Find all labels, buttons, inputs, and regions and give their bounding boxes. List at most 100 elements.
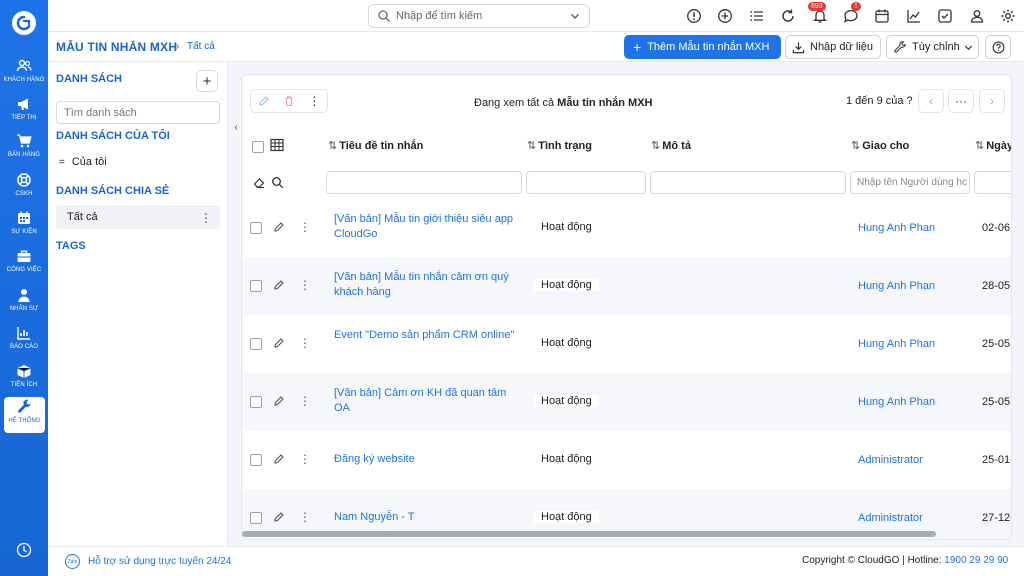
horizontal-scrollbar[interactable]: [242, 531, 936, 537]
rail-item-events[interactable]: SỰ KIỆN: [0, 208, 48, 244]
row-menu-icon[interactable]: ⋮: [299, 336, 311, 350]
filter-assigned-input[interactable]: Nhập tên Người dùng hc: [850, 171, 970, 194]
rail-item-cskh[interactable]: CSKH: [0, 170, 48, 206]
alert-icon[interactable]: [686, 8, 702, 24]
rail-item-sales[interactable]: BÁN HÀNG: [0, 131, 48, 167]
edit-pencil-icon[interactable]: [273, 395, 285, 407]
bulk-edit-button[interactable]: [251, 90, 276, 112]
row-assigned-link[interactable]: Administrator: [858, 454, 923, 466]
row-checkbox[interactable]: [250, 280, 262, 292]
bulk-more-button[interactable]: ⋮: [302, 90, 327, 112]
user-account-icon[interactable]: [969, 8, 985, 24]
row-title-link[interactable]: Nam Nguyễn - T: [334, 510, 516, 525]
filter-description-input[interactable]: [650, 171, 846, 194]
customize-dropdown[interactable]: Tùy chỉnh: [886, 35, 979, 59]
copyright: Copyright © CloudGO | Hotline: 1900 29 2…: [802, 555, 1008, 566]
chat-icon[interactable]: 1: [843, 2, 861, 24]
pagination-info[interactable]: 1 đến 9 của ?: [846, 95, 913, 107]
kebab-menu-icon[interactable]: ⋮: [200, 211, 212, 225]
select-all-checkbox[interactable]: [252, 141, 264, 153]
row-assigned-link[interactable]: Hung Anh Phan: [858, 396, 935, 408]
app-logo[interactable]: [12, 11, 36, 35]
rail-item-reports[interactable]: BÁO CÁO: [0, 323, 48, 359]
row-checkbox[interactable]: [250, 396, 262, 408]
help-button[interactable]: [985, 35, 1011, 59]
bell-icon[interactable]: 693: [808, 2, 828, 24]
rail-item-utilities[interactable]: TIỆN ÍCH: [0, 361, 48, 397]
refresh-icon[interactable]: [780, 8, 796, 24]
table-row[interactable]: ⋮ Đăng ký website Hoạt động Administrato…: [242, 431, 1011, 489]
row-assigned-link[interactable]: Administrator: [858, 512, 923, 524]
global-search[interactable]: Nhập để tìm kiếm: [368, 4, 590, 28]
table-row[interactable]: ⋮ [Văn bản] Mẫu tin giới thiệu siêu app …: [242, 199, 1011, 257]
table-columns-icon[interactable]: [270, 138, 284, 152]
next-page-button[interactable]: ›: [979, 89, 1005, 113]
col-header-status[interactable]: ⇅ Tình trạng: [527, 139, 592, 152]
edit-pencil-icon[interactable]: [273, 279, 285, 291]
filter-status-input[interactable]: [526, 171, 646, 194]
view-info: Đang xem tất cả Mẫu tin nhắn MXH: [474, 97, 652, 109]
zalo-logo-text: Zalo: [67, 558, 78, 565]
list-search-input[interactable]: Tìm danh sách: [56, 101, 220, 124]
search-filter-icon[interactable]: [271, 176, 284, 189]
add-list-button[interactable]: +: [196, 70, 218, 92]
rail-item-system[interactable]: HỆ THỐNG: [4, 397, 45, 433]
import-button[interactable]: Nhập dữ liệu: [785, 35, 881, 59]
table-row[interactable]: ⋮ Event "Demo sản phẩm CRM online" Hoạt …: [242, 315, 1011, 373]
list-item-mine[interactable]: = Của tôi: [56, 150, 220, 174]
shared-lists-heading: DANH SÁCH CHIA SẺ: [56, 185, 170, 197]
row-assigned-link[interactable]: Hung Anh Phan: [858, 280, 935, 292]
list-icon[interactable]: [749, 8, 765, 24]
chart-line-icon[interactable]: [906, 8, 922, 24]
row-menu-icon[interactable]: ⋮: [299, 510, 311, 524]
page-title: MẪU TIN NHẮN MXH: [56, 40, 178, 54]
row-menu-icon[interactable]: ⋮: [299, 394, 311, 408]
col-header-assigned[interactable]: ⇅ Giao cho: [851, 139, 909, 152]
more-pages-button[interactable]: ···: [948, 89, 974, 113]
support-link[interactable]: Hỗ trợ sử dụng trực tuyến 24/24: [88, 556, 231, 567]
row-menu-icon[interactable]: ⋮: [299, 220, 311, 234]
calendar-top-icon[interactable]: [874, 8, 890, 24]
list-item-all[interactable]: Tất cả ⋮: [56, 205, 220, 229]
edit-pencil-icon[interactable]: [273, 221, 285, 233]
hotline-number[interactable]: 1900 29 29 90: [944, 555, 1008, 566]
row-checkbox[interactable]: [250, 338, 262, 350]
add-template-button[interactable]: + Thêm Mẫu tin nhắn MXH: [624, 35, 781, 59]
edit-pencil-icon[interactable]: [273, 453, 285, 465]
clock-icon[interactable]: [16, 542, 32, 558]
row-title-link[interactable]: [Văn bản] Cảm ơn KH đã quan tâm OA: [334, 386, 516, 416]
filter-date-input[interactable]: [974, 171, 1011, 194]
table-row[interactable]: ⋮ [Văn bản] Cảm ơn KH đã quan tâm OA Hoạ…: [242, 373, 1011, 431]
row-checkbox[interactable]: [250, 222, 262, 234]
rail-item-tasks[interactable]: CÔNG VIỆC: [0, 246, 48, 282]
row-checkbox[interactable]: [250, 454, 262, 466]
row-title-link[interactable]: [Văn bản] Mẫu tin giới thiệu siêu app Cl…: [334, 212, 516, 242]
row-menu-icon[interactable]: ⋮: [299, 278, 311, 292]
rail-item-hr[interactable]: NHÂN SỰ: [0, 285, 48, 321]
edit-pencil-icon[interactable]: [273, 511, 285, 523]
rail-item-customers[interactable]: KHÁCH HÀNG: [0, 56, 48, 92]
breadcrumb[interactable]: Tất cả: [187, 41, 215, 52]
eraser-icon[interactable]: [253, 176, 266, 189]
col-header-date[interactable]: ⇅ Ngày: [975, 139, 1011, 152]
task-check-icon[interactable]: [937, 8, 953, 24]
col-header-title[interactable]: ⇅ Tiêu đề tin nhắn: [328, 139, 423, 152]
row-title-link[interactable]: [Văn bản] Mẫu tin nhắn cảm ơn quý khách …: [334, 270, 516, 300]
chevron-down-icon[interactable]: [570, 11, 580, 21]
row-checkbox[interactable]: [250, 512, 262, 524]
rail-item-marketing[interactable]: TIẾP THỊ: [0, 94, 48, 130]
prev-page-button[interactable]: ‹: [918, 89, 944, 113]
row-menu-icon[interactable]: ⋮: [299, 452, 311, 466]
col-header-description[interactable]: ⇅ Mô tả: [651, 139, 691, 152]
add-circle-icon[interactable]: [717, 8, 733, 24]
row-title-link[interactable]: Event "Demo sản phẩm CRM online": [334, 328, 516, 343]
row-assigned-link[interactable]: Hung Anh Phan: [858, 222, 935, 234]
row-title-link[interactable]: Đăng ký website: [334, 452, 516, 467]
settings-gear-icon[interactable]: [1000, 8, 1016, 24]
row-assigned-link[interactable]: Hung Anh Phan: [858, 338, 935, 350]
zalo-logo-icon[interactable]: Zalo: [65, 554, 80, 569]
filter-title-input[interactable]: [326, 171, 522, 194]
edit-pencil-icon[interactable]: [273, 337, 285, 349]
bulk-delete-button[interactable]: [276, 90, 301, 112]
table-row[interactable]: ⋮ [Văn bản] Mẫu tin nhắn cảm ơn quý khác…: [242, 257, 1011, 315]
